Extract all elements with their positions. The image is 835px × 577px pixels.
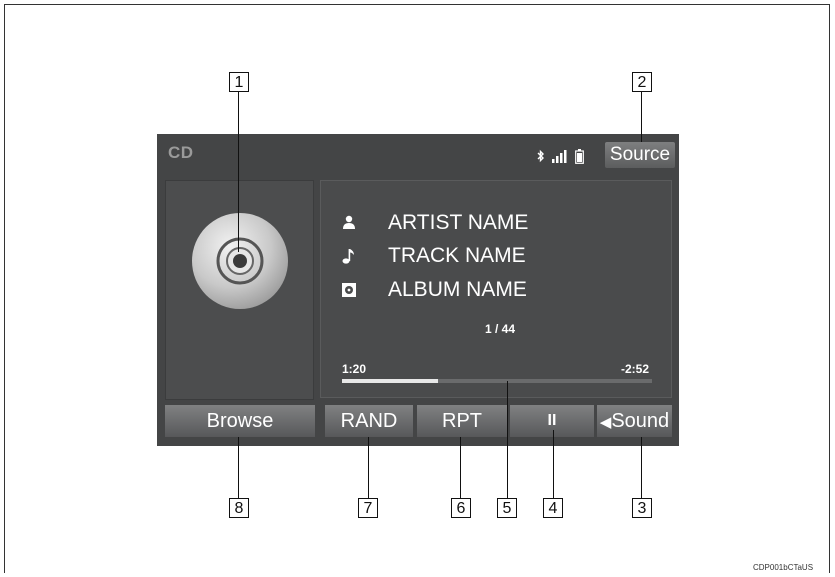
music-note-icon (339, 246, 359, 266)
leader-line-3 (641, 437, 642, 499)
speaker-icon: ◀ (599, 414, 612, 431)
source-button[interactable]: Source (605, 142, 675, 168)
source-label: CD (168, 143, 194, 162)
artist-row: ARTIST NAME (339, 209, 669, 237)
track-row: TRACK NAME (339, 242, 669, 270)
status-bar (537, 149, 599, 165)
progress-bar[interactable] (342, 379, 652, 383)
leader-line-2 (641, 92, 642, 142)
battery-icon (575, 149, 584, 164)
leader-line-5 (507, 381, 508, 499)
callout-8: 8 (229, 498, 249, 518)
track-counter: 1 / 44 (484, 322, 516, 336)
album-row: ALBUM NAME (339, 276, 669, 304)
track-name: TRACK NAME (388, 244, 526, 267)
random-button[interactable]: RAND (325, 405, 413, 437)
sound-button-label: Sound (611, 410, 670, 432)
sound-button[interactable]: ◀Sound (597, 405, 672, 437)
callout-5: 5 (497, 498, 517, 518)
progress-fill (342, 379, 439, 383)
figure-code: CDP001bCTaUS (753, 563, 814, 572)
browse-button[interactable]: Browse (165, 405, 315, 437)
callout-4: 4 (543, 498, 563, 518)
album-name: ALBUM NAME (388, 278, 527, 301)
elapsed-time: 1:20 (342, 362, 367, 376)
album-icon (339, 280, 359, 300)
callout-1: 1 (229, 72, 249, 92)
callout-6: 6 (451, 498, 471, 518)
leader-line-1 (238, 92, 239, 252)
callout-2: 2 (632, 72, 652, 92)
cd-disc-icon (190, 211, 290, 311)
callout-7: 7 (358, 498, 378, 518)
artist-name: ARTIST NAME (388, 211, 529, 234)
leader-line-8 (238, 437, 239, 499)
leader-line-7 (368, 437, 369, 499)
person-icon (339, 213, 359, 233)
leader-line-6 (460, 437, 461, 499)
remaining-time: -2:52 (621, 362, 650, 376)
pause-button[interactable]: II (510, 405, 594, 437)
signal-bars-icon (552, 149, 570, 163)
callout-3: 3 (632, 498, 652, 518)
bluetooth-icon (537, 149, 545, 163)
leader-line-4 (553, 430, 554, 499)
repeat-button[interactable]: RPT (417, 405, 507, 437)
